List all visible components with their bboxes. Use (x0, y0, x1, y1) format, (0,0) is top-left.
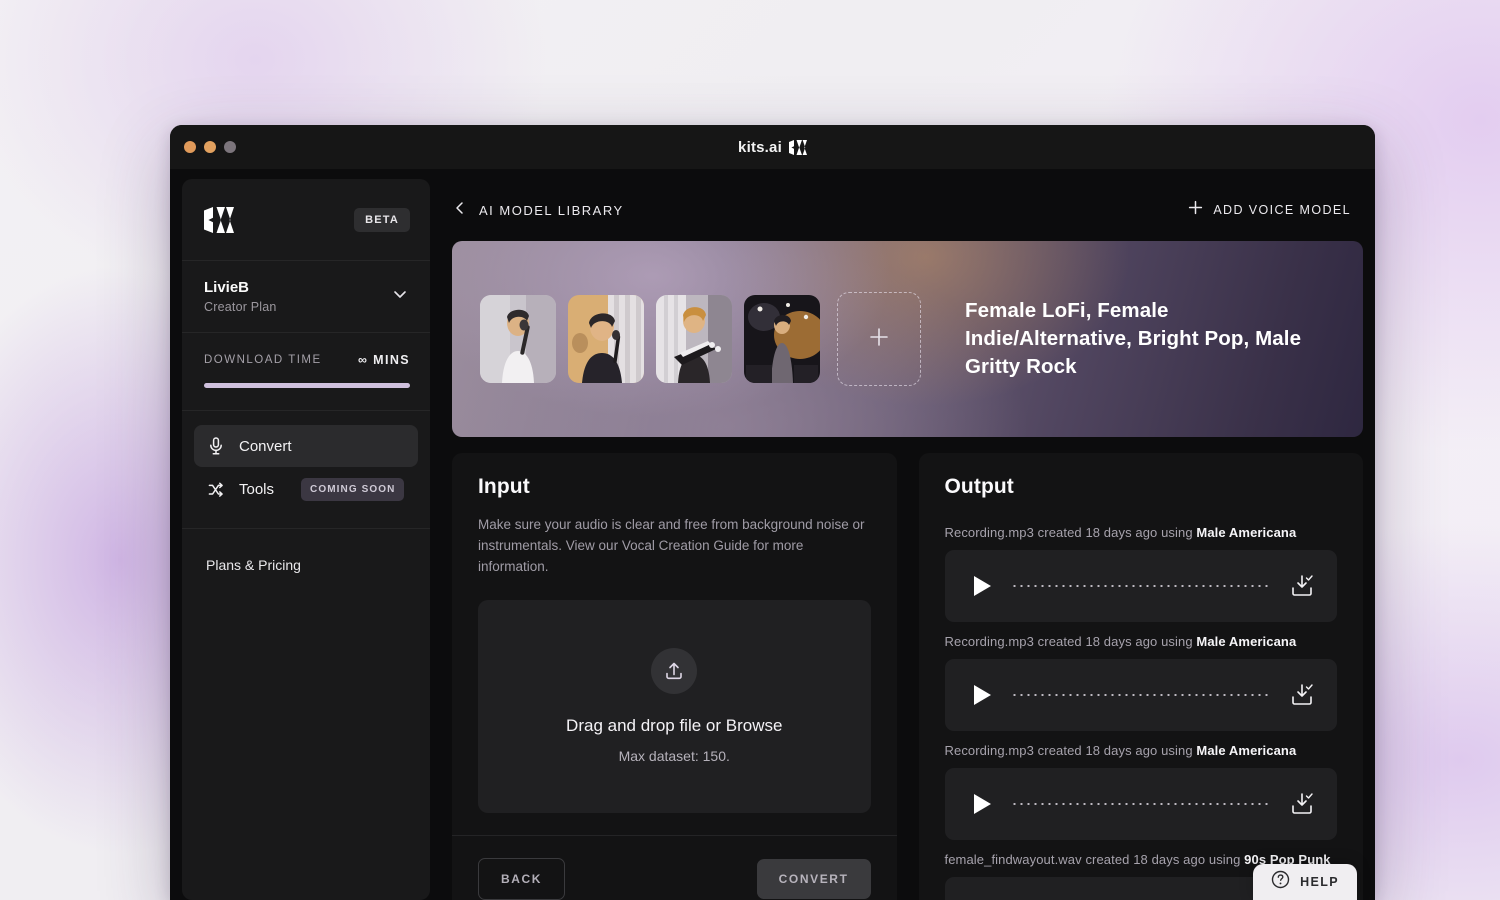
audio-player[interactable] (944, 659, 1337, 731)
sidebar-item-tools[interactable]: Tools COMING SOON (194, 467, 418, 512)
play-icon[interactable] (971, 683, 993, 707)
beta-badge: BETA (354, 207, 410, 232)
download-time-label: DOWNLOAD TIME (204, 354, 322, 366)
back-button[interactable]: BACK (478, 858, 566, 900)
sidebar-links: Plans & Pricing (182, 529, 430, 601)
window-body: BETA LivieB Creator Plan DOWNLOAD TIME ∞… (170, 169, 1375, 900)
dropzone-secondary-text: Max dataset: 150. (618, 748, 730, 765)
voice-model-hero-banner: Female LoFi, Female Indie/Alternative, B… (452, 241, 1363, 437)
output-scrollbar[interactable] (1359, 525, 1363, 900)
output-panel: Output Recording.mp3 created 18 days ago… (918, 453, 1364, 900)
plus-icon (867, 325, 891, 354)
input-panel-description: Make sure your audio is clear and free f… (478, 517, 865, 574)
file-dropzone[interactable]: Drag and drop file or Browse Max dataset… (478, 599, 871, 813)
kits-logo-icon (204, 206, 234, 233)
microphone-icon (206, 436, 226, 456)
play-icon[interactable] (971, 792, 993, 816)
input-panel-title: Input (478, 475, 530, 498)
kits-logo-icon (788, 139, 807, 155)
upload-icon (651, 648, 698, 695)
output-item-meta-prefix: Recording.mp3 created 18 days ago using (944, 634, 1197, 649)
panels-row: Input Make sure your audio is clear and … (452, 437, 1363, 900)
add-voice-model-tile[interactable] (837, 292, 921, 386)
maximize-window-button[interactable] (224, 141, 236, 153)
output-items-list: Recording.mp3 created 18 days ago using … (919, 499, 1364, 900)
sidebar-nav: Convert Tools COMING SOON (182, 411, 430, 529)
page-backdrop: kits.ai BETA LivieB Creator Plan DOWNLOA… (0, 0, 1500, 900)
add-voice-model-button[interactable]: ADD VOICE MODEL (1187, 199, 1363, 221)
hero-headline: Female LoFi, Female Indie/Alternative, B… (965, 299, 1302, 378)
download-complete-icon[interactable] (1289, 682, 1315, 708)
account-switcher[interactable]: LivieB Creator Plan (182, 261, 430, 333)
download-time-row: DOWNLOAD TIME ∞ MINS (204, 353, 410, 367)
window-title: kits.ai (738, 139, 807, 156)
output-item-meta: Recording.mp3 created 18 days ago using … (945, 513, 1338, 550)
output-item-meta: Recording.mp3 created 18 days ago using … (945, 622, 1338, 659)
download-complete-icon[interactable] (1289, 791, 1315, 817)
sidebar-item-plans-pricing[interactable]: Plans & Pricing (194, 549, 418, 581)
main-header: AI MODEL LIBRARY ADD VOICE MODEL (452, 179, 1363, 241)
window-titlebar: kits.ai (170, 125, 1375, 169)
close-window-button[interactable] (184, 141, 196, 153)
voice-model-thumbnail[interactable] (744, 295, 820, 383)
waveform[interactable] (1010, 798, 1271, 810)
audio-player[interactable] (944, 768, 1337, 840)
output-item-meta-prefix: female_findwayout.wav created 18 days ag… (944, 852, 1245, 867)
input-panel-footer: BACK CONVERT (452, 835, 897, 900)
add-voice-model-label: ADD VOICE MODEL (1213, 203, 1351, 217)
sidebar: BETA LivieB Creator Plan DOWNLOAD TIME ∞… (182, 179, 430, 900)
breadcrumb-label: AI MODEL LIBRARY (479, 202, 624, 218)
breadcrumb[interactable]: AI MODEL LIBRARY (452, 200, 624, 221)
download-complete-icon[interactable] (1289, 573, 1315, 599)
app-window: kits.ai BETA LivieB Creator Plan DOWNLOA… (170, 125, 1375, 900)
shuffle-icon (206, 480, 226, 500)
dropzone-primary-text: Drag and drop file or Browse (566, 716, 783, 736)
play-icon[interactable] (971, 574, 993, 598)
download-time-progress-bar (204, 383, 410, 388)
output-item-meta: Recording.mp3 created 18 days ago using … (945, 731, 1338, 768)
sidebar-brand: BETA (182, 179, 430, 261)
voice-model-thumbnail[interactable] (480, 295, 556, 383)
sidebar-item-label: Convert (239, 437, 292, 455)
help-label: HELP (1300, 875, 1339, 889)
main-content: AI MODEL LIBRARY ADD VOICE MODEL Female … (430, 179, 1375, 900)
voice-model-thumbnail[interactable] (656, 295, 732, 383)
chevron-down-icon[interactable] (390, 284, 410, 309)
minimize-window-button[interactable] (204, 141, 216, 153)
help-widget[interactable]: HELP (1253, 864, 1357, 900)
account-info: LivieB Creator Plan (204, 279, 277, 314)
voice-model-thumbnail[interactable] (568, 295, 644, 383)
download-time-value: ∞ MINS (357, 353, 410, 367)
chevron-left-icon[interactable] (452, 200, 468, 221)
sidebar-item-convert[interactable]: Convert (194, 425, 418, 467)
output-item-meta-prefix: Recording.mp3 created 18 days ago using (944, 525, 1197, 540)
coming-soon-badge: COMING SOON (301, 478, 405, 501)
output-panel-title: Output (944, 475, 1014, 498)
output-item-model: Male Americana (1196, 525, 1297, 540)
audio-player[interactable] (944, 550, 1337, 622)
output-item-model: Male Americana (1196, 634, 1297, 649)
account-name: LivieB (204, 279, 250, 296)
window-title-text: kits.ai (738, 138, 782, 156)
hero-content-row: Female LoFi, Female Indie/Alternative, B… (480, 241, 1335, 437)
plus-icon (1187, 199, 1204, 221)
question-mark-icon (1271, 870, 1290, 894)
sidebar-item-label: Tools (239, 481, 275, 498)
waveform[interactable] (1010, 580, 1271, 592)
account-plan: Creator Plan (204, 300, 277, 314)
output-item-meta-prefix: Recording.mp3 created 18 days ago using (944, 743, 1197, 758)
traffic-light-controls (184, 125, 236, 169)
output-item-model: Male Americana (1196, 743, 1297, 758)
convert-button[interactable]: CONVERT (756, 859, 871, 899)
download-time-section: DOWNLOAD TIME ∞ MINS (182, 333, 430, 411)
waveform[interactable] (1010, 689, 1271, 701)
input-panel: Input Make sure your audio is clear and … (452, 453, 897, 900)
